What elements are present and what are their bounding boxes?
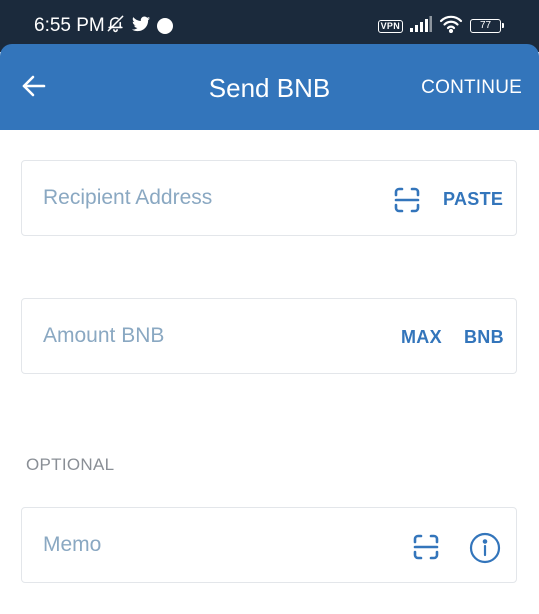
optional-section-label: OPTIONAL [26, 455, 115, 474]
arrow-left-icon [22, 75, 46, 97]
app-header: Send BNB CONTINUE [0, 44, 539, 130]
signal-icon [410, 15, 432, 37]
wifi-icon [439, 15, 463, 38]
currency-button[interactable]: BNB [464, 325, 504, 349]
continue-button[interactable]: CONTINUE [421, 76, 522, 100]
status-system-icons: VPN 77 [377, 14, 504, 38]
qr-scan-icon[interactable] [412, 533, 440, 561]
recipient-address-field: PASTE [21, 160, 517, 236]
memo-input[interactable] [43, 528, 373, 562]
recipient-address-input[interactable] [43, 181, 373, 215]
battery-icon: 77 [470, 19, 504, 33]
back-button[interactable] [14, 66, 54, 106]
send-bnb-screen: 6:55 PM VPN 77 Send BNB CONTINUE Recipie… [0, 0, 539, 614]
memo-field [21, 507, 517, 583]
info-icon[interactable] [469, 532, 501, 564]
status-notification-icons [106, 14, 173, 38]
qr-scan-icon[interactable] [393, 186, 421, 214]
paste-button[interactable]: PASTE [443, 187, 503, 211]
amount-field: MAX BNB [21, 298, 517, 374]
amount-input[interactable] [43, 319, 373, 353]
bell-off-icon [106, 14, 125, 38]
circle-icon [157, 18, 173, 34]
max-button[interactable]: MAX [401, 325, 442, 349]
status-time: 6:55 PM [34, 15, 105, 36]
twitter-icon [132, 16, 150, 37]
vpn-icon: VPN [377, 19, 403, 33]
